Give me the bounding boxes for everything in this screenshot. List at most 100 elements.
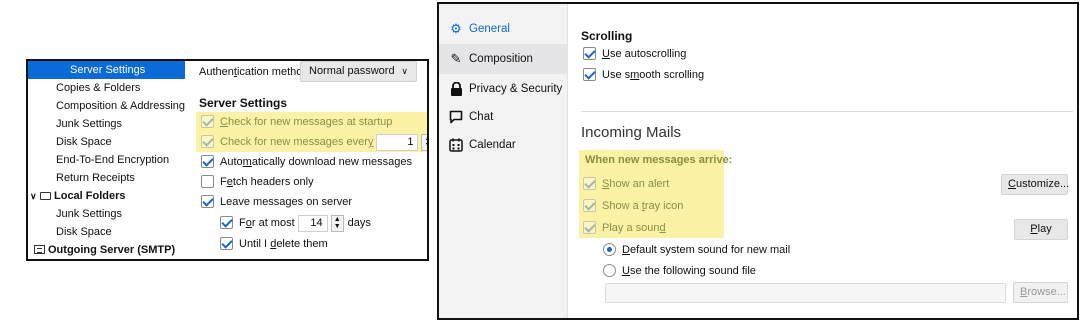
tree-item-label: Return Receipts (56, 172, 135, 184)
general-pane: Scrolling Use autoscrolling Use smooth s… (569, 4, 1077, 318)
default-sound-radio[interactable] (603, 243, 616, 256)
auto-download-checkbox[interactable] (201, 155, 214, 168)
check-every-checkbox[interactable] (201, 135, 214, 148)
chevron-down-icon[interactable]: ∨ (30, 187, 40, 205)
outgoing-server-icon (34, 245, 45, 254)
tree-item-e2e-encryption[interactable]: End-To-End Encryption (28, 151, 185, 169)
auth-method-label: Authentication method: (199, 66, 312, 78)
default-sound-label: Default system sound for new mail (622, 244, 791, 256)
tray-icon-label: Show a tray icon (602, 200, 684, 212)
tree-item-label: Junk Settings (56, 118, 123, 130)
tree-item-label: Disk Space (56, 136, 112, 148)
use-file-radio[interactable] (603, 264, 616, 277)
tree-item-label: Disk Space (56, 226, 112, 238)
play-sound-checkbox[interactable] (583, 221, 596, 234)
auto-download-label: Automatically download new messages (220, 156, 413, 168)
check-startup-row[interactable]: Check for new messages at startup (201, 113, 392, 131)
for-at-most-row[interactable]: For at most 14 ▲ ▼ days (220, 214, 371, 232)
gear-icon: ⚙ (450, 21, 462, 36)
leave-messages-row[interactable]: Leave messages on server (201, 193, 352, 211)
tree-item-label: Server Settings (70, 64, 146, 76)
stepper-icon[interactable]: ▲▼ (330, 214, 344, 232)
customize-button[interactable]: Customize... (1001, 174, 1069, 195)
until-delete-checkbox[interactable] (220, 237, 233, 250)
tree-item-local-disk-space[interactable]: Disk Space (28, 223, 185, 241)
nav-item-privacy-security[interactable]: Privacy & Security (439, 74, 568, 104)
nav-item-chat[interactable]: Chat (439, 102, 568, 132)
play-button[interactable]: Play (1014, 219, 1068, 240)
for-at-most-label: For at most (239, 217, 295, 229)
fetch-headers-checkbox[interactable] (201, 175, 214, 188)
fetch-headers-label: Fetch headers only (220, 176, 314, 188)
autoscroll-row[interactable]: Use autoscrolling (583, 45, 686, 63)
pencil-icon: ✎ (450, 51, 462, 66)
show-alert-row[interactable]: Show an alert (583, 175, 669, 193)
nav-item-label: Chat (469, 111, 494, 123)
scrolling-title: Scrolling (581, 29, 633, 43)
tree-item-local-folders[interactable]: ∨ Local Folders (28, 187, 185, 205)
show-alert-label: Show an alert (602, 178, 670, 190)
tree-item-label: Composition & Addressing (56, 100, 186, 112)
sound-file-field[interactable] (605, 283, 1006, 303)
tray-icon-row[interactable]: Show a tray icon (583, 197, 683, 215)
default-sound-row[interactable]: Default system sound for new mail (603, 241, 790, 259)
calendar-icon (449, 138, 463, 152)
incoming-mails-title: Incoming Mails (581, 124, 682, 141)
days-input[interactable]: 14 (297, 214, 328, 232)
check-interval-input[interactable]: 1 (376, 133, 419, 151)
tree-item-label: Junk Settings (56, 208, 123, 220)
auth-method-select[interactable]: Normal password ∨ (300, 61, 417, 82)
server-settings-pane: Authentication method: Normal password ∨… (186, 61, 427, 259)
tree-item-label: Copies & Folders (56, 82, 141, 94)
check-every-label: Check for new messages every (220, 136, 374, 148)
for-at-most-checkbox[interactable] (220, 216, 233, 229)
show-alert-checkbox[interactable] (583, 177, 596, 190)
check-startup-checkbox[interactable] (201, 115, 214, 128)
nav-item-label: Privacy & Security (469, 83, 563, 95)
nav-item-label: General (469, 23, 510, 35)
stepper-icon[interactable]: ▲▼ (421, 133, 427, 151)
play-sound-row[interactable]: Play a sound (583, 219, 666, 237)
account-settings-panel: Server Settings Copies & Folders Composi… (26, 59, 429, 261)
nav-item-label: Composition (469, 53, 533, 65)
nav-item-composition[interactable]: ✎ Composition (439, 44, 568, 74)
tree-item-label: Outgoing Server (SMTP) (48, 244, 176, 256)
days-label: days (347, 217, 371, 229)
auth-method-value: Normal password (309, 65, 395, 77)
nav-item-general[interactable]: ⚙ General (439, 14, 568, 44)
when-new-messages-label: When new messages arrive: (585, 154, 733, 166)
play-sound-label: Play a sound (602, 222, 666, 234)
folder-icon (40, 192, 51, 200)
use-file-label: Use the following sound file (622, 265, 756, 277)
smooth-scroll-checkbox[interactable] (583, 68, 596, 81)
section-title: Server Settings (199, 96, 288, 110)
options-panel: ⚙ General ✎ Composition Privacy & Security… (437, 2, 1079, 320)
chevron-down-icon: ∨ (401, 66, 408, 76)
check-every-row[interactable]: Check for new messages every1▲▼minutes (201, 133, 427, 151)
tree-item-label: End-To-End Encryption (56, 154, 170, 166)
leave-messages-checkbox[interactable] (201, 195, 214, 208)
auto-download-row[interactable]: Automatically download new messages (201, 153, 412, 171)
browse-button[interactable]: Browse... (1013, 282, 1068, 303)
smooth-scroll-label: Use smooth scrolling (602, 69, 705, 81)
tree-item-disk-space[interactable]: Disk Space (28, 133, 185, 151)
fetch-headers-row[interactable]: Fetch headers only (201, 173, 314, 191)
chat-bubble-icon (449, 110, 463, 124)
tree-item-composition-addressing[interactable]: Composition & Addressing (28, 97, 185, 115)
tree-item-local-junk-settings[interactable]: Junk Settings (28, 205, 185, 223)
leave-messages-label: Leave messages on server (220, 196, 353, 208)
nav-item-calendar[interactable]: Calendar (439, 130, 568, 160)
tree-item-outgoing-server[interactable]: Outgoing Server (SMTP) (28, 241, 185, 259)
check-startup-label: Check for new messages at startup (220, 116, 393, 128)
use-file-row[interactable]: Use the following sound file (603, 262, 756, 280)
nav-item-label: Calendar (469, 139, 516, 151)
tree-item-junk-settings[interactable]: Junk Settings (28, 115, 185, 133)
tray-icon-checkbox[interactable] (583, 199, 596, 212)
tree-item-server-settings[interactable]: Server Settings (28, 61, 185, 79)
autoscroll-checkbox[interactable] (583, 47, 596, 60)
tree-item-copies-folders[interactable]: Copies & Folders (28, 79, 185, 97)
smooth-scroll-row[interactable]: Use smooth scrolling (583, 66, 704, 84)
tree-item-return-receipts[interactable]: Return Receipts (28, 169, 185, 187)
tree-item-label: Local Folders (54, 190, 126, 202)
until-delete-row[interactable]: Until I delete them (220, 235, 328, 253)
